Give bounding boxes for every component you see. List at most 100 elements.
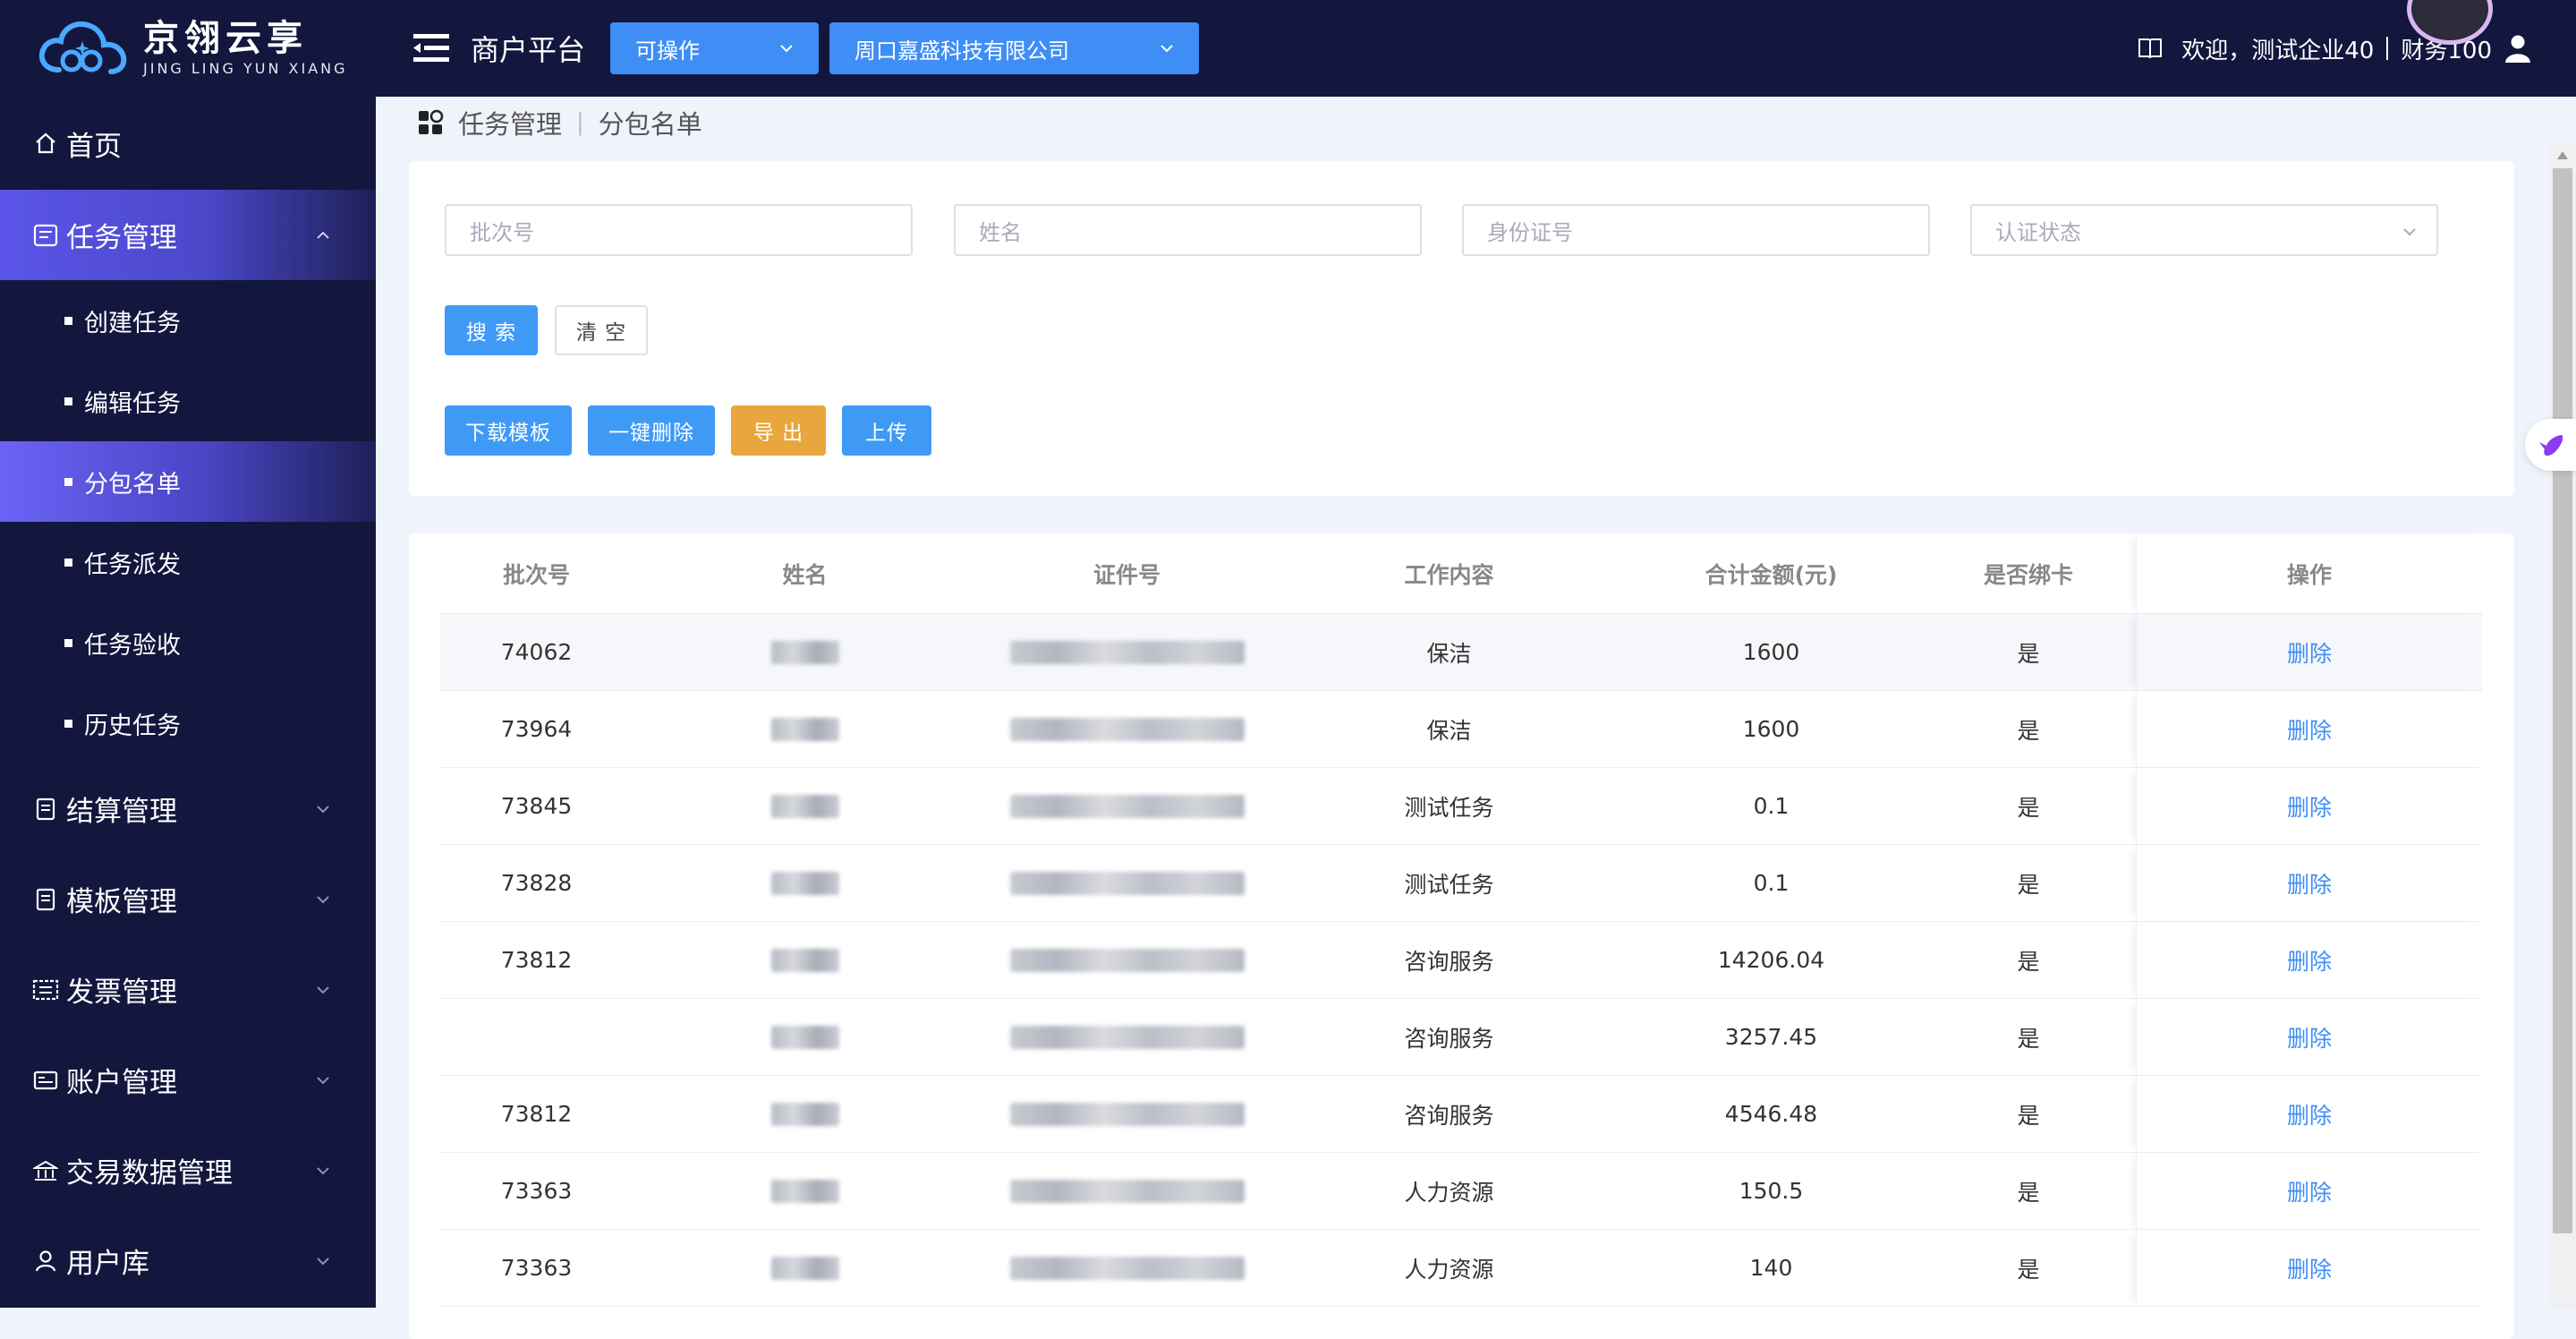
assistant-icon xyxy=(2539,435,2563,456)
amount-cell: 1600 xyxy=(1742,639,1800,665)
sidebar-item-invoice[interactable]: 发票管理 xyxy=(0,944,376,1035)
user-avatar-icon[interactable] xyxy=(2503,33,2533,64)
redacted-id xyxy=(1009,948,1245,972)
sidebar-subitem-task-acceptance[interactable]: 任务验收 xyxy=(0,602,376,683)
page-scrollbar[interactable] xyxy=(2549,143,2576,1308)
sidebar-subitem-task-dispatch[interactable]: 任务派发 xyxy=(0,522,376,602)
amount-cell: 0.1 xyxy=(1753,870,1790,896)
batch-cell: 73363 xyxy=(500,1178,573,1204)
scrollbar-thumb[interactable] xyxy=(2553,168,2572,1233)
sidebar-subitem-create-task[interactable]: 创建任务 xyxy=(0,280,376,361)
floating-assistant-button[interactable] xyxy=(2525,419,2576,471)
batch-cell: 73363 xyxy=(500,1255,573,1281)
id-number-cell xyxy=(977,922,1277,998)
sidebar-item-label: 首页 xyxy=(66,130,122,163)
brand-name-en: JING LING YUN XIANG xyxy=(143,60,348,77)
name-input[interactable]: 姓名 xyxy=(954,204,1422,256)
mode-select-value: 可操作 xyxy=(635,38,701,64)
card-bound-cell: 是 xyxy=(2017,794,2040,821)
auth-status-select[interactable]: 认证状态 xyxy=(1970,204,2438,256)
work-content-cell: 测试任务 xyxy=(1404,871,1494,898)
name-cell xyxy=(633,1230,977,1306)
apps-icon xyxy=(419,109,444,134)
batch-number-input[interactable]: 批次号 xyxy=(445,204,913,256)
delete-link[interactable]: 删除 xyxy=(2287,636,2332,669)
sidebar-item-task-management[interactable]: 任务管理 xyxy=(0,190,376,280)
upload-button[interactable]: 上传 xyxy=(842,405,931,456)
delete-link[interactable]: 删除 xyxy=(2287,1098,2332,1130)
name-cell xyxy=(633,614,977,690)
delete-link[interactable]: 删除 xyxy=(2287,944,2332,977)
sidebar-item-user-library[interactable]: 用户库 xyxy=(0,1215,376,1306)
company-select-value: 周口嘉盛科技有限公司 xyxy=(854,38,1070,64)
name-cell xyxy=(633,922,977,998)
sidebar-subitem-label: 创建任务 xyxy=(84,309,181,337)
book-icon[interactable] xyxy=(2137,35,2164,62)
batch-number-placeholder: 批次号 xyxy=(470,219,534,245)
sidebar-item-account[interactable]: 账户管理 xyxy=(0,1035,376,1125)
cloud-logo-icon xyxy=(38,21,127,74)
table-row[interactable]: 73845 测试任务 0.1 是 删除 xyxy=(440,768,2482,845)
id-number-cell xyxy=(977,768,1277,844)
name-cell xyxy=(633,1076,977,1152)
platform-title: 商户平台 xyxy=(471,33,586,67)
batch-cell: 73828 xyxy=(500,870,573,896)
sidebar-item-home[interactable]: 首页 xyxy=(0,97,376,190)
company-select[interactable]: 周口嘉盛科技有限公司 xyxy=(829,22,1200,74)
chevron-down-icon xyxy=(317,1257,329,1265)
export-button[interactable]: 导 出 xyxy=(731,405,826,456)
table-row[interactable]: 73964 保洁 1600 是 删除 xyxy=(440,691,2482,768)
mode-select[interactable]: 可操作 xyxy=(610,22,820,74)
menu-toggle-icon[interactable] xyxy=(413,32,453,64)
delete-link[interactable]: 删除 xyxy=(2287,1175,2332,1207)
column-header: 证件号 xyxy=(1092,561,1160,588)
id-number-cell xyxy=(977,691,1277,767)
auth-status-placeholder: 认证状态 xyxy=(1995,219,2081,245)
card-bound-cell: 是 xyxy=(2017,1102,2040,1129)
id-number-placeholder: 身份证号 xyxy=(1487,219,1573,245)
breadcrumb-section[interactable]: 任务管理 xyxy=(458,104,562,141)
table-row[interactable]: 73828 测试任务 0.1 是 删除 xyxy=(440,845,2482,922)
breadcrumb-page: 分包名单 xyxy=(598,109,702,140)
amount-cell: 3257.45 xyxy=(1724,1024,1818,1050)
sidebar-subitem-edit-task[interactable]: 编辑任务 xyxy=(0,361,376,441)
sidebar-subitem-task-history[interactable]: 历史任务 xyxy=(0,683,376,763)
scroll-up-arrow-icon[interactable] xyxy=(2555,149,2570,161)
delete-link[interactable]: 删除 xyxy=(2287,790,2332,823)
column-header: 操作 xyxy=(2136,533,2482,613)
invoice-icon xyxy=(32,977,59,1003)
sidebar-subitem-subcontract-list[interactable]: 分包名单 xyxy=(0,441,376,522)
sidebar-item-template[interactable]: 模板管理 xyxy=(0,854,376,944)
delete-link[interactable]: 删除 xyxy=(2287,1252,2332,1284)
redacted-name xyxy=(770,794,839,818)
home-icon xyxy=(32,130,59,157)
delete-link[interactable]: 删除 xyxy=(2287,867,2332,900)
card-bound-cell: 是 xyxy=(2017,1256,2040,1283)
sidebar-item-transaction-data[interactable]: 交易数据管理 xyxy=(0,1125,376,1215)
id-number-input[interactable]: 身份证号 xyxy=(1462,204,1930,256)
download-template-button[interactable]: 下载模板 xyxy=(445,405,572,456)
brand-logo[interactable]: 京翎云享 JING LING YUN XIANG xyxy=(0,0,376,97)
delete-link[interactable]: 删除 xyxy=(2287,1021,2332,1053)
sidebar-item-settlement[interactable]: 结算管理 xyxy=(0,763,376,854)
table-row[interactable]: 73812 咨询服务 14206.04 是 删除 xyxy=(440,922,2482,999)
name-cell xyxy=(633,1153,977,1229)
table-row[interactable]: 73812 咨询服务 4546.48 是 删除 xyxy=(440,1076,2482,1153)
action-cell: 删除 xyxy=(2136,1230,2482,1306)
card-bound-cell: 是 xyxy=(2017,640,2040,667)
welcome-text: 欢迎，测试企业40 xyxy=(2181,37,2375,64)
table-row[interactable]: 73363 人力资源 140 是 删除 xyxy=(440,1230,2482,1307)
delete-all-button[interactable]: 一键删除 xyxy=(588,405,715,456)
sidebar-subitem-label: 分包名单 xyxy=(84,470,181,499)
chevron-down-icon xyxy=(317,895,329,903)
delete-link[interactable]: 删除 xyxy=(2287,713,2332,746)
breadcrumb: 任务管理 | 分包名单 xyxy=(417,100,702,145)
table-row[interactable]: 咨询服务 3257.45 是 删除 xyxy=(440,999,2482,1076)
brand-name: 京翎云享 xyxy=(143,18,308,59)
search-button[interactable]: 搜 索 xyxy=(445,305,538,355)
amount-cell: 150.5 xyxy=(1739,1178,1804,1204)
clear-button[interactable]: 清 空 xyxy=(555,305,648,355)
work-content-cell: 保洁 xyxy=(1426,717,1472,744)
table-row[interactable]: 73363 人力资源 150.5 是 删除 xyxy=(440,1153,2482,1230)
table-row[interactable]: 74062 保洁 1600 是 删除 xyxy=(440,614,2482,691)
